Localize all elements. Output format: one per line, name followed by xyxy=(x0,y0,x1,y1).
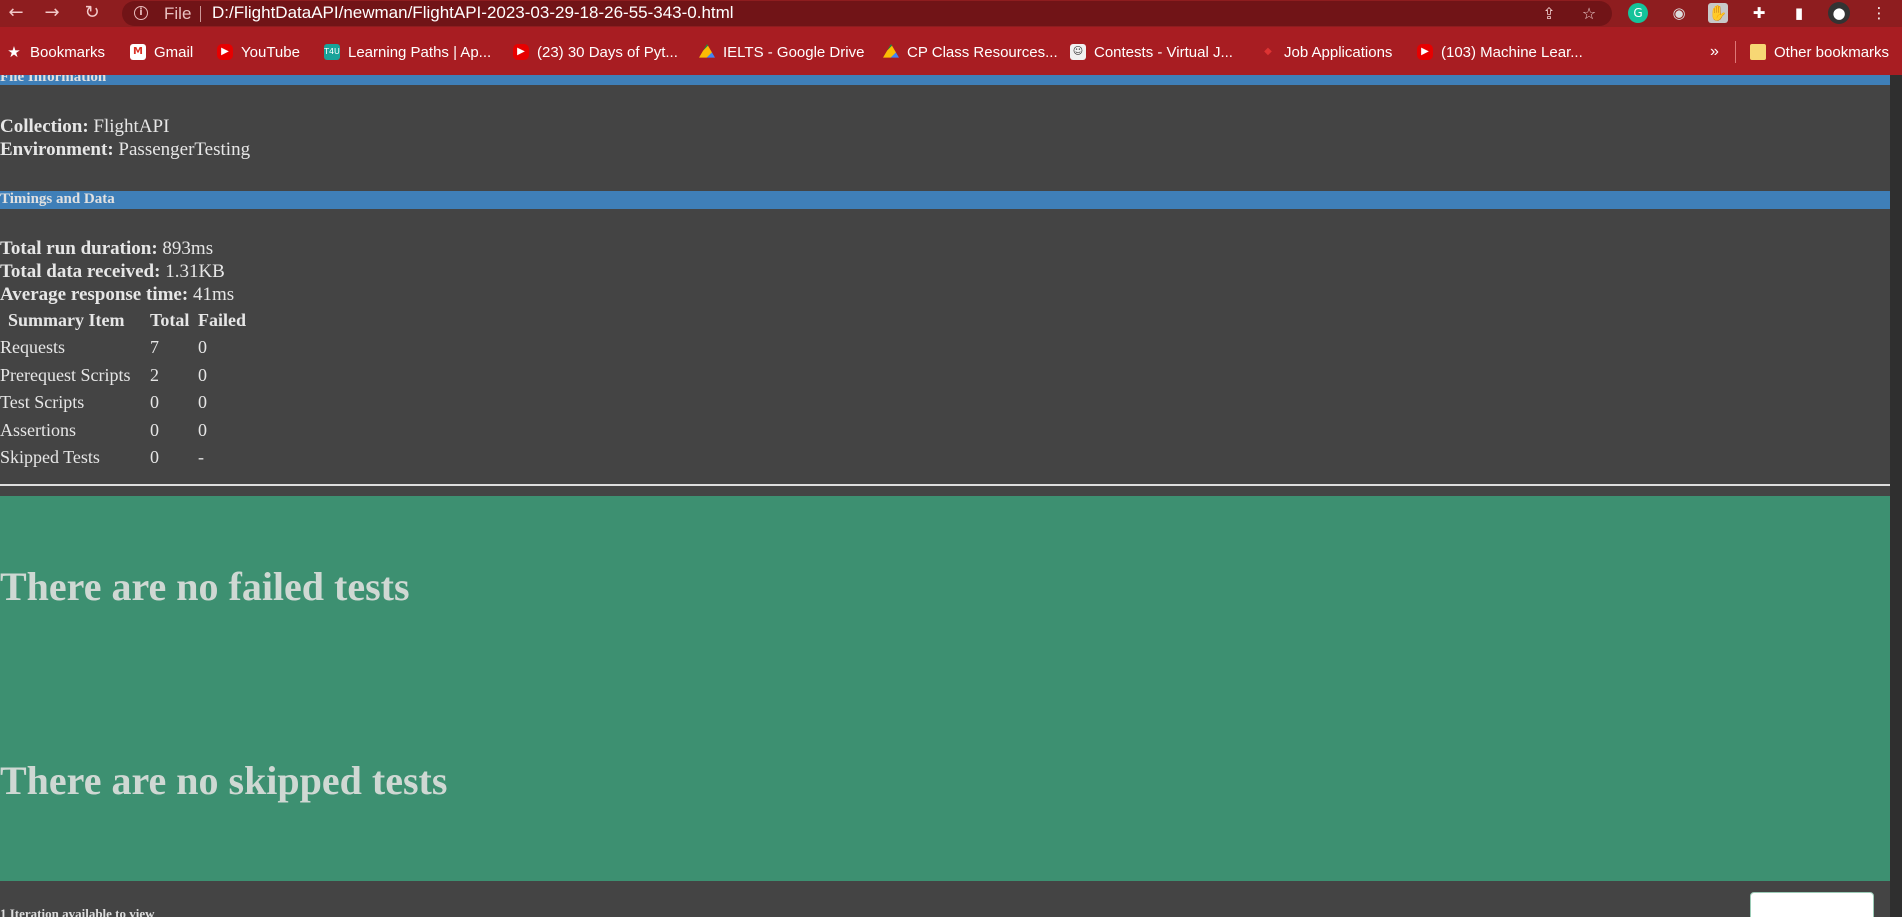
summary-cell: Requests xyxy=(0,337,65,357)
collection-row: Collection: FlightAPI xyxy=(0,116,169,138)
bookmark-label: Contests - Virtual J... xyxy=(1094,43,1233,61)
share-icon[interactable]: ⇪ xyxy=(1539,4,1559,24)
summary-cell: 0 xyxy=(150,420,159,440)
gmail-icon: M xyxy=(130,44,146,60)
no-skipped-tests-message: There are no skipped tests xyxy=(0,758,448,803)
summary-header-failed: Failed xyxy=(198,310,246,330)
summary-cell: 0 xyxy=(150,447,159,467)
summary-cell: - xyxy=(198,447,204,467)
run-duration-row: Total run duration: 893ms xyxy=(0,238,213,260)
avg-response-label: Average response time: xyxy=(0,284,189,305)
avg-response-value: 41ms xyxy=(192,284,235,305)
address-bar[interactable]: i File D:/FlightDataAPI/newman/FlightAPI… xyxy=(122,1,1612,26)
avg-response-row: Average response time: 41ms xyxy=(0,284,234,306)
bookmarks-divider xyxy=(1735,41,1736,63)
bookmark-label: (103) Machine Lear... xyxy=(1441,43,1583,61)
section-header-label: Timings and Data xyxy=(0,191,115,207)
summary-cell: 2 xyxy=(150,365,159,385)
summary-cell: 0 xyxy=(198,420,207,440)
bookmark-label: Learning Paths | Ap... xyxy=(348,43,492,61)
bookmark-item-youtube[interactable]: ▶ YouTube xyxy=(217,41,300,63)
bookmark-label: IELTS - Google Drive xyxy=(723,43,865,61)
bookmarks-bar: ★ Bookmarks M Gmail ▶ YouTube T4U Learni… xyxy=(0,27,1902,75)
iteration-toggle-button[interactable] xyxy=(1750,892,1874,917)
file-scheme-label: File xyxy=(164,4,192,23)
no-failed-tests-message: There are no failed tests xyxy=(0,564,410,609)
summary-header-total: Total xyxy=(150,310,190,330)
side-panel-icon[interactable]: ▮ xyxy=(1788,2,1810,24)
bookmark-label: (23) 30 Days of Pyt... xyxy=(537,43,678,61)
summary-cell: Skipped Tests xyxy=(0,447,100,467)
bookmark-item-other[interactable]: Other bookmarks xyxy=(1750,41,1889,63)
bookmark-item-30-days-python[interactable]: ▶ (23) 30 Days of Pyt... xyxy=(513,41,678,63)
bookmark-item-cp-class[interactable]: CP Class Resources... xyxy=(883,41,1058,63)
bookmark-item-ielts-drive[interactable]: IELTS - Google Drive xyxy=(699,41,864,63)
collection-value: FlightAPI xyxy=(93,116,170,137)
iterations-available-label: 1 Iteration available to view xyxy=(0,906,155,917)
bookmark-item-learning-paths[interactable]: T4U Learning Paths | Ap... xyxy=(324,41,491,63)
section-header-label: File Information xyxy=(0,75,107,85)
page-scrollbar[interactable] xyxy=(1890,75,1902,917)
environment-row: Environment: PassengerTesting xyxy=(0,139,250,161)
star-icon: ★ xyxy=(7,43,21,61)
run-duration-label: Total run duration: xyxy=(0,238,158,259)
bookmarks-overflow-button[interactable]: » xyxy=(1710,41,1719,63)
extensions-puzzle-icon[interactable]: ✚ xyxy=(1748,2,1770,24)
summary-cell: 0 xyxy=(198,337,207,357)
extension-icon[interactable]: ✋ xyxy=(1708,3,1728,23)
back-arrow-icon[interactable]: ← xyxy=(2,0,30,27)
youtube-icon: ▶ xyxy=(217,44,233,60)
menu-kebab-icon[interactable]: ⋮ xyxy=(1868,2,1890,24)
bookmark-label: Other bookmarks xyxy=(1774,43,1890,61)
summary-cell: Prerequest Scripts xyxy=(0,365,131,385)
smiley-icon: ☺ xyxy=(1070,44,1086,60)
site-info-icon[interactable]: i xyxy=(134,6,148,20)
summary-cell: Test Scripts xyxy=(0,392,85,412)
summary-cell: 0 xyxy=(150,392,159,412)
bookmark-label: Bookmarks xyxy=(30,43,106,61)
environment-value: PassengerTesting xyxy=(118,139,251,160)
test-results-panel: There are no failed tests There are no s… xyxy=(0,496,1890,881)
summary-cell: 0 xyxy=(198,365,207,385)
bookmark-item-contests[interactable]: ☺ Contests - Virtual J... xyxy=(1070,41,1233,63)
grammarly-extension-icon[interactable]: G xyxy=(1628,3,1648,23)
youtube-icon: ▶ xyxy=(513,44,529,60)
extension-icon[interactable]: ◉ xyxy=(1668,2,1690,24)
section-divider xyxy=(0,484,1890,486)
run-duration-value: 893ms xyxy=(162,238,214,259)
summary-cell: 0 xyxy=(198,392,207,412)
job-icon: ◆ xyxy=(1264,46,1272,57)
bookmark-item-job-applications[interactable]: ◆ Job Applications xyxy=(1260,41,1392,63)
folder-icon xyxy=(1750,44,1766,60)
bookmark-label: Gmail xyxy=(154,43,194,61)
reload-icon[interactable]: ↻ xyxy=(78,0,106,27)
bookmark-label: YouTube xyxy=(241,43,300,61)
data-received-value: 1.31KB xyxy=(165,261,225,282)
bookmark-label: Job Applications xyxy=(1284,43,1393,61)
timings-header: Timings and Data xyxy=(0,191,1890,209)
youtube-icon: ▶ xyxy=(1417,44,1433,60)
drive-icon xyxy=(883,44,899,58)
file-information-header: File Information xyxy=(0,75,1890,85)
collection-label: Collection: xyxy=(0,116,89,137)
address-separator xyxy=(200,6,201,22)
forward-arrow-icon[interactable]: → xyxy=(38,0,66,27)
bookmark-label: CP Class Resources... xyxy=(907,43,1058,61)
summary-cell: 7 xyxy=(150,337,159,357)
profile-avatar[interactable]: ● xyxy=(1828,2,1850,24)
summary-header-item: Summary Item xyxy=(8,310,125,330)
summary-cell: Assertions xyxy=(0,420,76,440)
bookmark-item-gmail[interactable]: M Gmail xyxy=(130,41,193,63)
data-received-row: Total data received: 1.31KB xyxy=(0,261,225,283)
bookmark-item-bookmarks[interactable]: ★ Bookmarks xyxy=(6,41,105,63)
bookmark-star-icon[interactable]: ☆ xyxy=(1579,4,1599,24)
data-received-label: Total data received: xyxy=(0,261,161,282)
bookmark-item-machine-learning[interactable]: ▶ (103) Machine Lear... xyxy=(1417,41,1583,63)
browser-toolbar: ← → ↻ i File D:/FlightDataAPI/newman/Fli… xyxy=(0,0,1902,27)
t4u-icon: T4U xyxy=(324,44,340,60)
url-text[interactable]: D:/FlightDataAPI/newman/FlightAPI-2023-0… xyxy=(212,3,734,23)
drive-icon xyxy=(699,44,715,58)
environment-label: Environment: xyxy=(0,139,114,160)
